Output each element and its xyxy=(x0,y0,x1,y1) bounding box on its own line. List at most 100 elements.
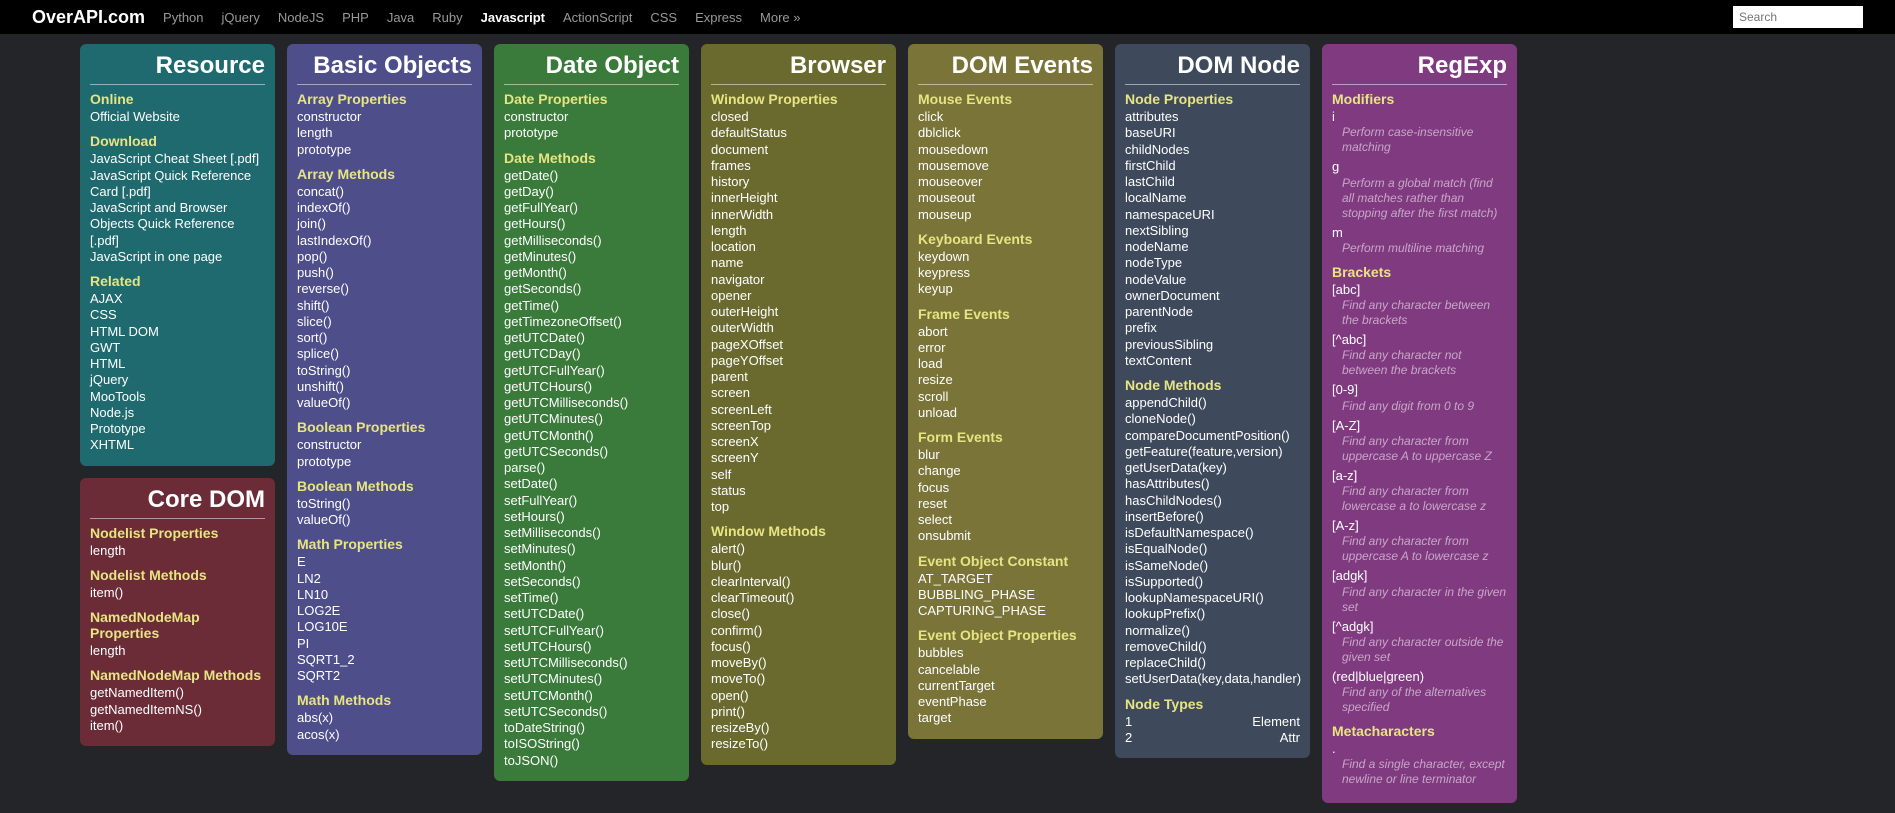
list-item[interactable]: textContent xyxy=(1125,353,1300,369)
list-item[interactable]: toISOString() xyxy=(504,736,679,752)
list-item[interactable]: opener xyxy=(711,288,886,304)
list-item[interactable]: change xyxy=(918,463,1093,479)
list-item[interactable]: toString() xyxy=(297,496,472,512)
list-item[interactable]: open() xyxy=(711,688,886,704)
list-item[interactable]: setUserData(key,data,handler) xyxy=(1125,671,1300,687)
list-item[interactable]: item() xyxy=(90,718,265,734)
list-item[interactable]: screenLeft xyxy=(711,402,886,418)
list-item[interactable]: unshift() xyxy=(297,379,472,395)
list-item[interactable]: setUTCMonth() xyxy=(504,688,679,704)
list-item[interactable]: constructor xyxy=(297,437,472,453)
list-item[interactable]: pop() xyxy=(297,249,472,265)
list-item[interactable]: BUBBLING_PHASE xyxy=(918,587,1093,603)
list-item[interactable]: alert() xyxy=(711,541,886,557)
list-item[interactable]: mousemove xyxy=(918,158,1093,174)
nav-link-python[interactable]: Python xyxy=(163,10,203,25)
list-item[interactable]: length xyxy=(711,223,886,239)
list-item[interactable]: mouseover xyxy=(918,174,1093,190)
brand[interactable]: OverAPI.com xyxy=(32,7,145,28)
nav-link-more[interactable]: More » xyxy=(760,10,800,25)
list-item[interactable]: self xyxy=(711,467,886,483)
list-item[interactable]: hasChildNodes() xyxy=(1125,493,1300,509)
list-item[interactable]: parentNode xyxy=(1125,304,1300,320)
list-item[interactable]: constructor xyxy=(297,109,472,125)
list-item[interactable]: setHours() xyxy=(504,509,679,525)
list-item[interactable]: prototype xyxy=(297,142,472,158)
list-item[interactable]: Prototype xyxy=(90,421,265,437)
list-item[interactable]: reset xyxy=(918,496,1093,512)
list-item[interactable]: scroll xyxy=(918,389,1093,405)
list-item[interactable]: resize xyxy=(918,372,1093,388)
list-item[interactable]: pageYOffset xyxy=(711,353,886,369)
list-item[interactable]: abs(x) xyxy=(297,710,472,726)
list-item[interactable]: mouseout xyxy=(918,190,1093,206)
list-item[interactable]: [0-9] xyxy=(1332,382,1507,398)
list-item[interactable]: jQuery xyxy=(90,372,265,388)
list-item[interactable]: prefix xyxy=(1125,320,1300,336)
list-item[interactable]: attributes xyxy=(1125,109,1300,125)
list-item[interactable]: firstChild xyxy=(1125,158,1300,174)
list-item[interactable]: length xyxy=(297,125,472,141)
list-item[interactable]: [a-z] xyxy=(1332,468,1507,484)
list-item[interactable]: history xyxy=(711,174,886,190)
list-item[interactable]: getNamedItem() xyxy=(90,685,265,701)
list-item[interactable]: getTimezoneOffset() xyxy=(504,314,679,330)
list-item[interactable]: normalize() xyxy=(1125,623,1300,639)
list-item[interactable]: eventPhase xyxy=(918,694,1093,710)
list-item[interactable]: getDay() xyxy=(504,184,679,200)
list-item[interactable]: GWT xyxy=(90,340,265,356)
list-item[interactable]: getDate() xyxy=(504,168,679,184)
list-item[interactable]: moveTo() xyxy=(711,671,886,687)
list-item[interactable]: resizeBy() xyxy=(711,720,886,736)
list-item[interactable]: [^adgk] xyxy=(1332,619,1507,635)
list-item[interactable]: getUTCDate() xyxy=(504,330,679,346)
list-item[interactable]: keypress xyxy=(918,265,1093,281)
list-item[interactable]: JavaScript Cheat Sheet [.pdf] xyxy=(90,151,265,167)
list-item[interactable]: nextSibling xyxy=(1125,223,1300,239)
list-item[interactable]: target xyxy=(918,710,1093,726)
list-item[interactable]: Node.js xyxy=(90,405,265,421)
list-item[interactable]: JavaScript and Browser Objects Quick Ref… xyxy=(90,200,265,249)
list-item[interactable]: status xyxy=(711,483,886,499)
list-item[interactable]: getFeature(feature,version) xyxy=(1125,444,1300,460)
list-item[interactable]: getUTCMinutes() xyxy=(504,411,679,427)
list-item[interactable]: click xyxy=(918,109,1093,125)
list-item[interactable]: CSS xyxy=(90,307,265,323)
list-item[interactable]: setUTCHours() xyxy=(504,639,679,655)
list-item[interactable]: setDate() xyxy=(504,476,679,492)
list-item[interactable]: removeChild() xyxy=(1125,639,1300,655)
list-item[interactable]: screenTop xyxy=(711,418,886,434)
list-item[interactable]: screenX xyxy=(711,434,886,450)
list-item[interactable]: getFullYear() xyxy=(504,200,679,216)
list-item[interactable]: pageXOffset xyxy=(711,337,886,353)
list-item[interactable]: resizeTo() xyxy=(711,736,886,752)
list-item[interactable]: splice() xyxy=(297,346,472,362)
nav-link-express[interactable]: Express xyxy=(695,10,742,25)
list-item[interactable]: [adgk] xyxy=(1332,568,1507,584)
list-item[interactable]: toString() xyxy=(297,363,472,379)
list-item[interactable]: navigator xyxy=(711,272,886,288)
list-item[interactable]: focus xyxy=(918,480,1093,496)
nav-link-java[interactable]: Java xyxy=(387,10,414,25)
list-item[interactable]: isSupported() xyxy=(1125,574,1300,590)
list-item[interactable]: nodeName xyxy=(1125,239,1300,255)
list-item[interactable]: valueOf() xyxy=(297,395,472,411)
list-item[interactable]: lastChild xyxy=(1125,174,1300,190)
list-item[interactable]: length xyxy=(90,543,265,559)
list-item[interactable]: HTML DOM xyxy=(90,324,265,340)
list-item[interactable]: push() xyxy=(297,265,472,281)
list-item[interactable]: . xyxy=(1332,741,1507,757)
list-item[interactable]: AJAX xyxy=(90,291,265,307)
list-item[interactable]: getUTCHours() xyxy=(504,379,679,395)
list-item[interactable]: i xyxy=(1332,109,1507,125)
list-item[interactable]: compareDocumentPosition() xyxy=(1125,428,1300,444)
list-item[interactable]: previousSibling xyxy=(1125,337,1300,353)
list-item[interactable]: setUTCMilliseconds() xyxy=(504,655,679,671)
list-item[interactable]: m xyxy=(1332,225,1507,241)
list-item[interactable]: getNamedItemNS() xyxy=(90,702,265,718)
list-item[interactable]: LN10 xyxy=(297,587,472,603)
list-item[interactable]: MooTools xyxy=(90,389,265,405)
list-item[interactable]: shift() xyxy=(297,298,472,314)
list-item[interactable]: mousedown xyxy=(918,142,1093,158)
list-item[interactable]: getUserData(key) xyxy=(1125,460,1300,476)
